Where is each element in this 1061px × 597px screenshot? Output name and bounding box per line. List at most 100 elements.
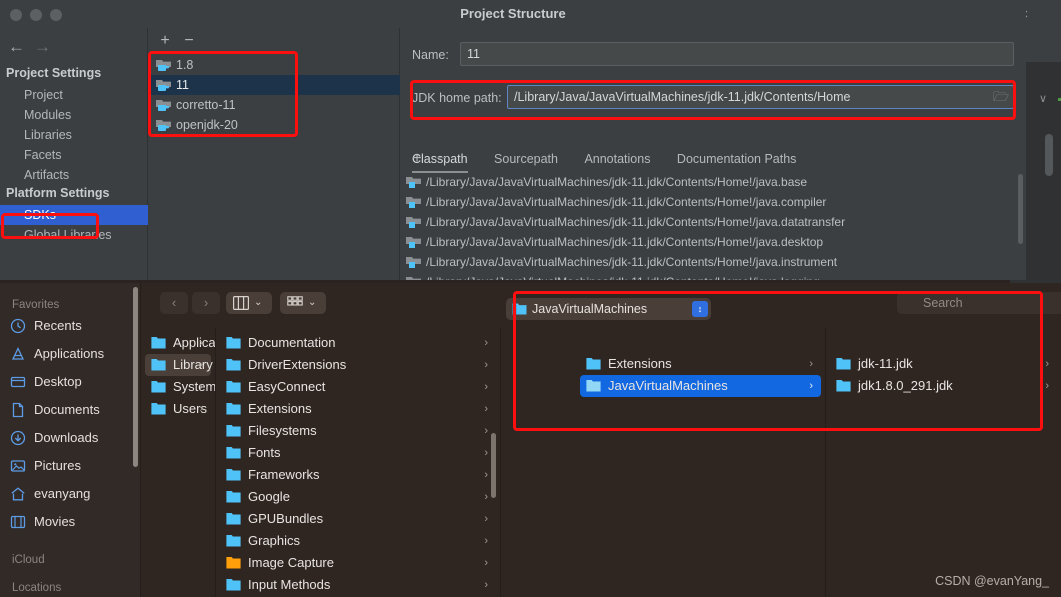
finder-item[interactable]: Frameworks › (220, 464, 496, 486)
chevron-down-icon[interactable]: ∨ (1039, 92, 1047, 105)
finder-column-java[interactable]: Extensions › JavaVirtualMachines › (576, 328, 826, 597)
sidebar-item-facets[interactable]: Facets (0, 145, 148, 165)
search-input[interactable]: Search (897, 292, 1061, 314)
jdk-folder-icon (156, 80, 171, 91)
add-sdk-button[interactable]: + (156, 32, 174, 50)
finder-item[interactable]: Input Methods › (220, 574, 496, 596)
classpath-row[interactable]: /Library/Java/JavaVirtualMachines/jdk-11… (400, 272, 1026, 280)
sidebar-item-movies[interactable]: Movies (0, 509, 141, 535)
finder-item[interactable]: Filesystems › (220, 420, 496, 442)
finder-item[interactable]: DriverExtensions › (220, 354, 496, 376)
chevron-right-icon: › (484, 513, 488, 525)
sidebar-item-libraries[interactable]: Libraries (0, 125, 148, 145)
classpath-scrollbar[interactable] (1018, 174, 1023, 244)
finder-item-label: Filesystems (248, 423, 317, 438)
finder-item[interactable]: System › (145, 376, 215, 398)
finder-back-button[interactable]: ‹ (160, 292, 188, 314)
sdk-list-item[interactable]: 11 (148, 75, 400, 95)
sidebar-item-pictures[interactable]: Pictures (0, 453, 141, 479)
sdk-list-item[interactable]: corretto-11 (148, 95, 400, 115)
finder-item[interactable]: Users › (145, 398, 211, 420)
sidebar-item-desktop[interactable]: Desktop (0, 369, 141, 395)
background-ide-scrollbar[interactable] (1045, 134, 1053, 176)
finder-item[interactable]: EasyConnect › (220, 376, 496, 398)
classpath-label: /Library/Java/JavaVirtualMachines/jdk-11… (426, 275, 820, 280)
classpath-row[interactable]: /Library/Java/JavaVirtualMachines/jdk-11… (400, 212, 1026, 232)
folder-icon (226, 513, 241, 525)
finder-item[interactable]: Applications › (145, 332, 215, 354)
sidebar-item-recents[interactable]: Recents (0, 313, 141, 339)
finder-item[interactable]: Extensions › (580, 353, 821, 375)
sidebar-item-downloads[interactable]: Downloads (0, 425, 141, 451)
finder-item-label: DriverExtensions (248, 357, 347, 372)
sidebar-item-label: Movies (34, 514, 76, 529)
name-input[interactable]: 11 (460, 42, 1014, 66)
finder-item[interactable]: Library › (145, 354, 213, 376)
chevron-right-icon: › (484, 425, 488, 437)
classpath-row[interactable]: /Library/Java/JavaVirtualMachines/jdk-11… (400, 172, 1026, 192)
jdk-home-path-label: JDK home path: (412, 91, 502, 105)
finder-item[interactable]: Fonts › (220, 442, 496, 464)
finder-item[interactable]: Graphics › (220, 530, 496, 552)
finder-item[interactable]: jdk1.8.0_291.jdk › (830, 375, 1057, 397)
chevron-right-icon: › (484, 447, 488, 459)
sidebar-item-evanyang[interactable]: evanyang (0, 481, 141, 507)
sidebar-item-label: Pictures (34, 458, 81, 473)
arrow-left-icon[interactable]: ← (8, 36, 25, 58)
finder-item[interactable]: Documentation › (220, 332, 496, 354)
classpath-row[interactable]: /Library/Java/JavaVirtualMachines/jdk-11… (400, 252, 1026, 272)
add-classpath-button[interactable]: + (408, 150, 426, 168)
classpath-toolbar: + − (400, 148, 1026, 170)
classpath-list[interactable]: /Library/Java/JavaVirtualMachines/jdk-11… (400, 172, 1026, 280)
finder-sidebar-scrollbar[interactable] (133, 287, 138, 467)
classpath-row[interactable]: /Library/Java/JavaVirtualMachines/jdk-11… (400, 232, 1026, 252)
classpath-label: /Library/Java/JavaVirtualMachines/jdk-11… (426, 235, 824, 249)
sidebar-item-documents[interactable]: Documents (0, 397, 141, 423)
remove-classpath-button[interactable]: − (432, 150, 450, 168)
jdk-home-path-input[interactable]: /Library/Java/JavaVirtualMachines/jdk-11… (507, 85, 1014, 109)
finder-item[interactable]: JavaVirtualMachines › (580, 375, 821, 397)
finder-item[interactable]: jdk-11.jdk › (830, 353, 1057, 375)
download-icon (10, 430, 26, 446)
sidebar-item-project[interactable]: Project (0, 85, 148, 105)
jdk-module-icon (406, 177, 421, 188)
screen-root: × ∖ ∨ Project Structure ← → Project Sett… (0, 0, 1061, 597)
path-popup-button[interactable]: JavaVirtualMachines ↕ (506, 298, 711, 320)
folder-icon (226, 579, 241, 591)
sidebar-item-label: Recents (34, 318, 82, 333)
finder-item[interactable]: Image Capture › (220, 552, 496, 574)
finder-forward-button[interactable]: › (192, 292, 220, 314)
finder-item-label: System (173, 379, 216, 394)
finder-item[interactable]: Extensions › (220, 398, 496, 420)
sdk-item-label: corretto-11 (176, 98, 236, 112)
folder-open-icon[interactable]: 🗁 (992, 88, 1010, 106)
group-by-button[interactable]: ⌄ (280, 292, 326, 314)
sidebar-item-global-libraries[interactable]: Global Libraries (0, 225, 148, 245)
sdk-item-label: 11 (176, 78, 189, 92)
finder-column-scrollbar[interactable] (491, 433, 496, 498)
chevron-right-icon: › (484, 337, 488, 349)
document-icon (12, 402, 24, 418)
arrow-right-icon[interactable]: → (34, 36, 51, 58)
finder-column-library[interactable]: Documentation › DriverExtensions › EasyC… (216, 328, 501, 597)
column-view-icon (233, 296, 249, 310)
chevron-left-icon: ‹ (171, 295, 177, 310)
sdk-list-item[interactable]: openjdk-20 (148, 115, 400, 135)
finder-item[interactable]: GPUBundles › (220, 508, 496, 530)
sidebar-item-sdks[interactable]: SDKs (0, 205, 148, 225)
sdk-list-item[interactable]: 1.8 (148, 55, 400, 75)
sidebar-item-modules[interactable]: Modules (0, 105, 148, 125)
sidebar-item-artifacts[interactable]: Artifacts (0, 165, 148, 185)
finder-column-jvm[interactable]: jdk-11.jdk › jdk1.8.0_291.jdk › (826, 328, 1061, 597)
jdk-module-icon (406, 237, 421, 248)
finder-item-label: jdk1.8.0_291.jdk (858, 378, 953, 393)
finder-item[interactable]: Google › (220, 486, 496, 508)
chevron-down-icon: ⌄ (308, 297, 317, 308)
finder-column-root[interactable]: Applications › Library › System › (141, 328, 216, 597)
classpath-row[interactable]: /Library/Java/JavaVirtualMachines/jdk-11… (400, 192, 1026, 212)
view-mode-button[interactable]: ⌄ (226, 292, 272, 314)
chevron-right-icon: › (484, 579, 488, 591)
sidebar-item-applications[interactable]: Applications (0, 341, 141, 367)
sidebar-section-favorites: Favorites (12, 299, 60, 311)
remove-sdk-button[interactable]: − (180, 32, 198, 50)
